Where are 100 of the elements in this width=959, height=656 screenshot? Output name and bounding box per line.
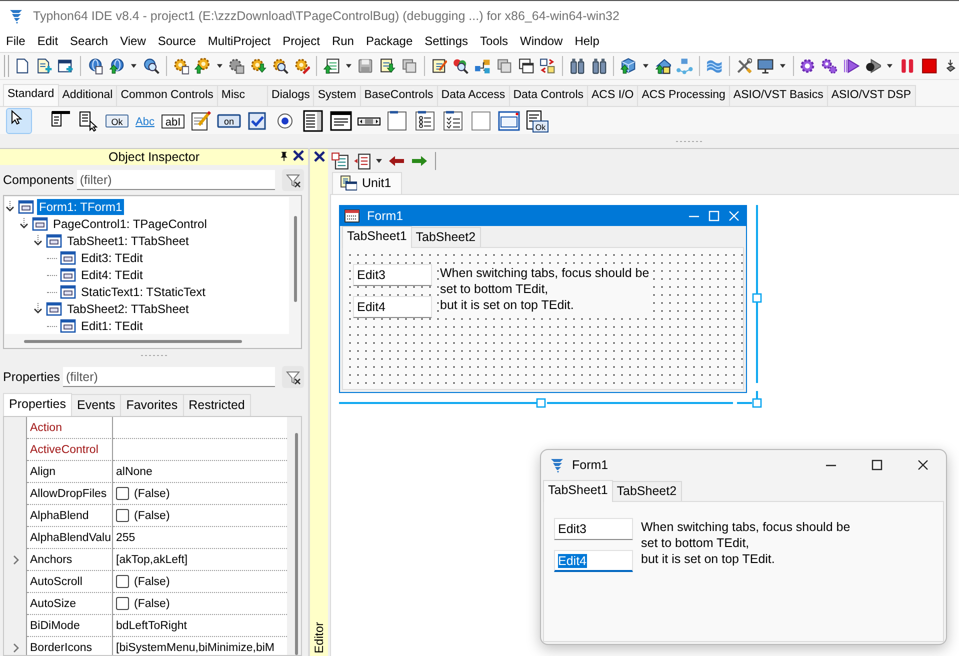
document-list-icon[interactable] [331, 152, 349, 170]
edit-field[interactable]: Edit4 [554, 550, 633, 572]
chevron-icon[interactable] [19, 216, 29, 230]
edit-field[interactable]: Edit3 [554, 518, 633, 540]
palette-tab[interactable]: ASIO/VST Basics [728, 85, 828, 106]
search-icon[interactable] [452, 57, 470, 75]
chevron-icon[interactable] [33, 234, 43, 248]
pause-icon[interactable] [898, 57, 916, 75]
menu-item[interactable]: Search [64, 32, 114, 50]
property-value[interactable]: (False) [134, 488, 170, 500]
gear-icon[interactable] [799, 57, 816, 75]
gear-icon[interactable] [294, 57, 310, 75]
frame-window-icon[interactable] [497, 109, 521, 133]
filter-field[interactable]: (filter) [76, 170, 275, 190]
house-icon[interactable] [654, 57, 672, 75]
palette-tab[interactable]: ACS I/O [587, 85, 638, 106]
gears-icon[interactable] [821, 57, 838, 75]
monitor-icon[interactable] [757, 57, 774, 75]
scrollbar[interactable] [295, 433, 298, 655]
tree-icon[interactable] [474, 57, 491, 75]
tab[interactable]: TabSheet1 [543, 480, 613, 502]
back-arrow-icon[interactable] [387, 153, 405, 169]
gear-icon[interactable] [228, 57, 246, 75]
chevron-icon[interactable] [5, 200, 15, 214]
menu-item[interactable]: Project [276, 32, 326, 50]
editor-side-label[interactable]: Editor [312, 618, 326, 656]
gear-icon[interactable] [194, 57, 211, 75]
checkbox[interactable] [116, 487, 129, 500]
property-value[interactable]: bdLeftToRight [116, 620, 187, 632]
windows-icon[interactable] [518, 57, 534, 75]
edit-field[interactable]: Edit3 [353, 264, 432, 286]
menu-item[interactable]: Package [360, 32, 419, 50]
palette-tab[interactable]: Misc [216, 85, 268, 106]
list-icon[interactable] [353, 152, 371, 170]
pin-icon[interactable] [279, 150, 289, 162]
checkbox[interactable] [116, 509, 129, 522]
editor-tab[interactable]: Unit1 [332, 172, 402, 194]
new-document-icon[interactable] [14, 57, 31, 75]
text-box-icon[interactable] [329, 109, 353, 133]
globe-icon[interactable] [108, 57, 126, 75]
property-value[interactable]: (False) [134, 576, 170, 588]
edit-field[interactable]: Edit4 [353, 296, 432, 318]
maximize-icon[interactable] [871, 459, 883, 471]
tree-item[interactable]: PageControl1: TPageControl [51, 216, 209, 232]
checkbox[interactable] [116, 597, 129, 610]
memo-icon[interactable] [189, 109, 213, 133]
step-into-icon[interactable] [864, 57, 882, 75]
tree-item[interactable]: Edit4: TEdit [79, 266, 145, 282]
globe-icon[interactable] [86, 57, 104, 75]
scrollbar[interactable] [24, 340, 242, 343]
palette-tab[interactable]: System [313, 85, 361, 106]
palette-tab[interactable]: BaseControls [360, 85, 438, 106]
radio-list-icon[interactable] [413, 109, 437, 133]
property-value[interactable]: alNone [116, 466, 152, 478]
tree-item[interactable]: Edit3: TEdit [79, 250, 145, 266]
palette-tab[interactable]: Additional [58, 85, 118, 106]
palette-tab[interactable]: Data Access [436, 85, 510, 106]
save-icon[interactable] [357, 57, 374, 75]
menu-item[interactable]: Run [326, 32, 360, 50]
copy-icon[interactable] [496, 57, 513, 75]
filter-field[interactable]: (filter) [62, 367, 275, 387]
clear-filter-button[interactable] [282, 366, 304, 388]
menu-item[interactable]: Window [514, 32, 569, 50]
chevron-icon[interactable] [33, 302, 43, 316]
document-icon[interactable] [323, 57, 340, 75]
tree-item[interactable]: TabSheet1: TTabSheet [65, 232, 191, 248]
close-icon[interactable] [293, 150, 304, 161]
forward-arrow-icon[interactable] [409, 153, 427, 169]
menu-item[interactable]: File [0, 32, 32, 50]
label-icon[interactable]: Abc [133, 109, 157, 133]
copy-icon[interactable] [400, 57, 418, 75]
search-icon[interactable] [142, 57, 160, 75]
menu-item[interactable]: Source [152, 32, 202, 50]
tools-icon[interactable] [736, 57, 752, 75]
add-window-icon[interactable] [57, 57, 74, 75]
tab[interactable]: TabSheet2 [410, 227, 481, 247]
inspector-tab[interactable]: Properties [3, 393, 72, 416]
tab[interactable]: TabSheet1 [342, 226, 412, 248]
binoculars-icon[interactable] [568, 57, 586, 75]
network-icon[interactable] [676, 57, 693, 75]
swap-icon[interactable] [539, 57, 556, 75]
add-document-icon[interactable] [36, 57, 52, 75]
palette-tab[interactable]: ACS Processing [637, 85, 730, 106]
gear-icon[interactable] [250, 57, 267, 75]
menu-item[interactable]: Tools [474, 32, 514, 50]
splitter-grip[interactable] [140, 354, 168, 357]
tree-item[interactable]: TabSheet2: TTabSheet [65, 300, 191, 316]
menu-item[interactable]: MultiProject [202, 32, 277, 50]
palette-tab[interactable]: Dialogs [267, 85, 314, 106]
palette-tab[interactable]: ASIO/VST DSP [826, 85, 916, 106]
gear-icon[interactable] [172, 57, 190, 75]
binoculars-icon[interactable] [590, 57, 608, 75]
property-value[interactable]: (False) [134, 510, 170, 522]
gear-icon[interactable] [272, 57, 289, 75]
stop-icon[interactable] [920, 57, 938, 75]
edit-icon[interactable] [430, 57, 448, 75]
list-box-icon[interactable] [301, 109, 325, 133]
palette-tab[interactable]: Standard [3, 84, 59, 106]
tree-item[interactable]: Form1: TForm1 [37, 198, 124, 214]
property-value[interactable]: [biSystemMenu,biMinimize,biM [116, 642, 274, 654]
